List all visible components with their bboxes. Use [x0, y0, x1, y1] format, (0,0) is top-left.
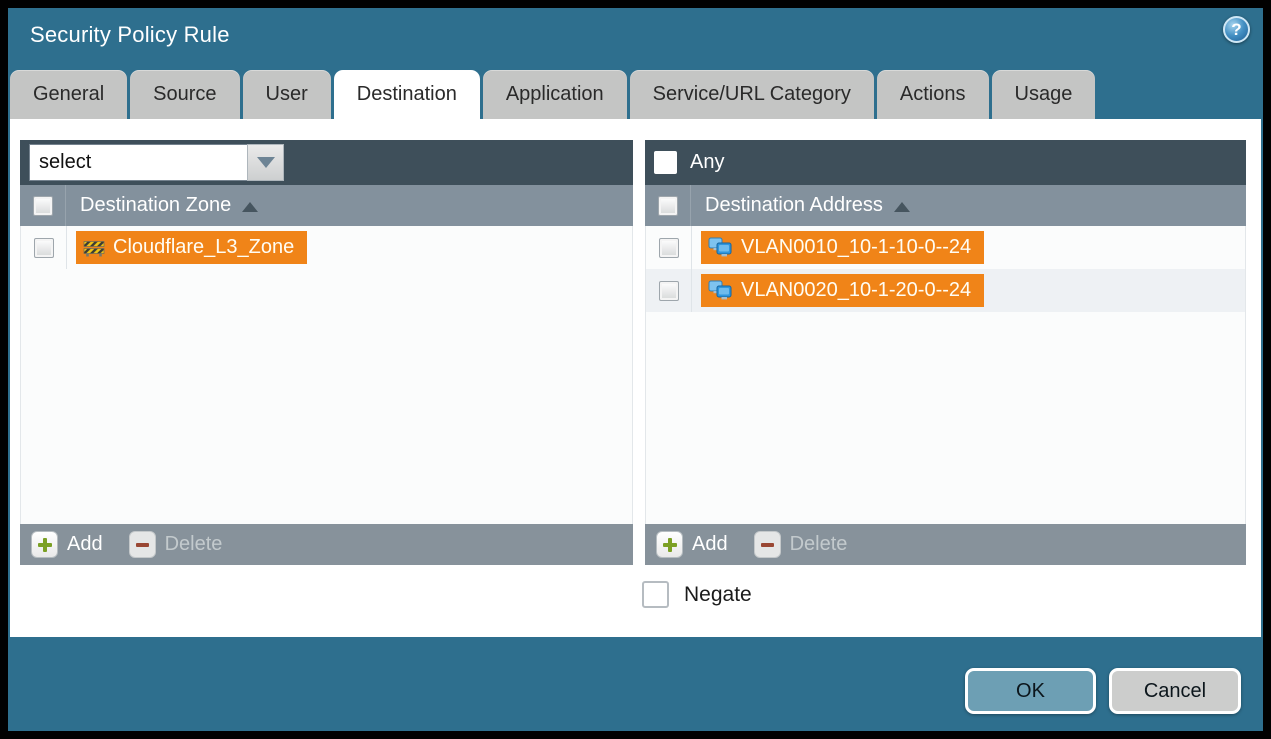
zone-toolbar — [20, 140, 633, 185]
zone-select-combo — [29, 144, 284, 181]
any-checkbox[interactable] — [654, 151, 677, 174]
address-footer-bar: Add Delete — [645, 524, 1246, 565]
tab-application[interactable]: Application — [483, 70, 627, 119]
plus-icon — [656, 531, 683, 558]
help-icon[interactable]: ? — [1223, 16, 1250, 43]
dialog-button-row: OK Cancel — [965, 668, 1241, 714]
zone-column-header[interactable]: Destination Zone — [66, 185, 258, 226]
delete-address-label: Delete — [790, 533, 848, 556]
address-tag[interactable]: VLAN0020_10-1-20-0--24 — [701, 274, 984, 307]
sort-asc-icon[interactable] — [894, 202, 910, 212]
address-column-header-row: Destination Address — [645, 185, 1246, 226]
negate-label: Negate — [684, 583, 752, 607]
security-policy-rule-dialog: Security Policy Rule ? General Source Us… — [8, 8, 1263, 731]
zone-list: Cloudflare_L3_Zone — [20, 226, 633, 524]
zone-select-all-checkbox[interactable] — [33, 196, 53, 216]
address-icon — [708, 237, 733, 258]
address-tag[interactable]: VLAN0010_10-1-10-0--24 — [701, 231, 984, 264]
destination-address-panel: Any Destination Address — [645, 140, 1246, 565]
address-select-all-checkbox[interactable] — [658, 196, 678, 216]
row-checkbox-cell — [646, 226, 692, 269]
add-zone-button[interactable]: Add — [31, 531, 103, 558]
chevron-down-icon — [257, 157, 275, 168]
address-column-header-label: Destination Address — [705, 194, 883, 217]
address-icon — [708, 280, 733, 301]
delete-address-button[interactable]: Delete — [754, 531, 848, 558]
sort-asc-icon[interactable] — [242, 202, 258, 212]
tab-bar: General Source User Destination Applicat… — [10, 70, 1095, 119]
zone-column-header-label: Destination Zone — [80, 194, 231, 217]
delete-zone-label: Delete — [165, 533, 223, 556]
tab-destination[interactable]: Destination — [334, 70, 480, 119]
tab-user[interactable]: User — [243, 70, 331, 119]
row-checkbox-cell — [21, 226, 67, 269]
dialog-title: Security Policy Rule — [30, 22, 230, 48]
row-checkbox[interactable] — [659, 281, 679, 301]
row-checkbox[interactable] — [34, 238, 54, 258]
cancel-button[interactable]: Cancel — [1109, 668, 1241, 714]
address-column-header[interactable]: Destination Address — [691, 185, 910, 226]
row-checkbox[interactable] — [659, 238, 679, 258]
tab-usage[interactable]: Usage — [992, 70, 1096, 119]
negate-checkbox[interactable] — [642, 581, 669, 608]
tab-actions[interactable]: Actions — [877, 70, 989, 119]
minus-icon — [754, 531, 781, 558]
zone-column-header-row: Destination Zone — [20, 185, 633, 226]
zone-label: Cloudflare_L3_Zone — [113, 236, 294, 259]
zone-tag[interactable]: Cloudflare_L3_Zone — [76, 231, 307, 264]
address-label: VLAN0010_10-1-10-0--24 — [741, 236, 971, 259]
address-label: VLAN0020_10-1-20-0--24 — [741, 279, 971, 302]
any-toggle[interactable]: Any — [654, 151, 724, 174]
any-label: Any — [690, 151, 724, 174]
delete-zone-button[interactable]: Delete — [129, 531, 223, 558]
destination-zone-panel: Destination Zone — [20, 140, 633, 565]
destination-tab-content: Destination Zone — [10, 119, 1261, 637]
zone-select-input[interactable] — [29, 144, 247, 181]
add-zone-label: Add — [67, 533, 103, 556]
add-address-button[interactable]: Add — [656, 531, 728, 558]
address-list: VLAN0010_10-1-10-0--24 — [645, 226, 1246, 524]
ok-button[interactable]: OK — [965, 668, 1096, 714]
negate-row: Negate — [642, 581, 752, 608]
tab-general[interactable]: General — [10, 70, 127, 119]
zone-select-all-cell — [20, 185, 66, 226]
tab-source[interactable]: Source — [130, 70, 239, 119]
zone-footer-bar: Add Delete — [20, 524, 633, 565]
zone-select-dropdown-button[interactable] — [247, 144, 284, 181]
address-select-all-cell — [645, 185, 691, 226]
plus-icon — [31, 531, 58, 558]
screenshot-root: Security Policy Rule ? General Source Us… — [0, 0, 1271, 739]
table-row: VLAN0010_10-1-10-0--24 — [646, 226, 1245, 269]
row-checkbox-cell — [646, 269, 692, 312]
table-row: VLAN0020_10-1-20-0--24 — [646, 269, 1245, 312]
table-row: Cloudflare_L3_Zone — [21, 226, 632, 269]
add-address-label: Add — [692, 533, 728, 556]
address-toolbar: Any — [645, 140, 1246, 185]
zone-icon — [83, 239, 105, 257]
tab-service-url-category[interactable]: Service/URL Category — [630, 70, 874, 119]
minus-icon — [129, 531, 156, 558]
